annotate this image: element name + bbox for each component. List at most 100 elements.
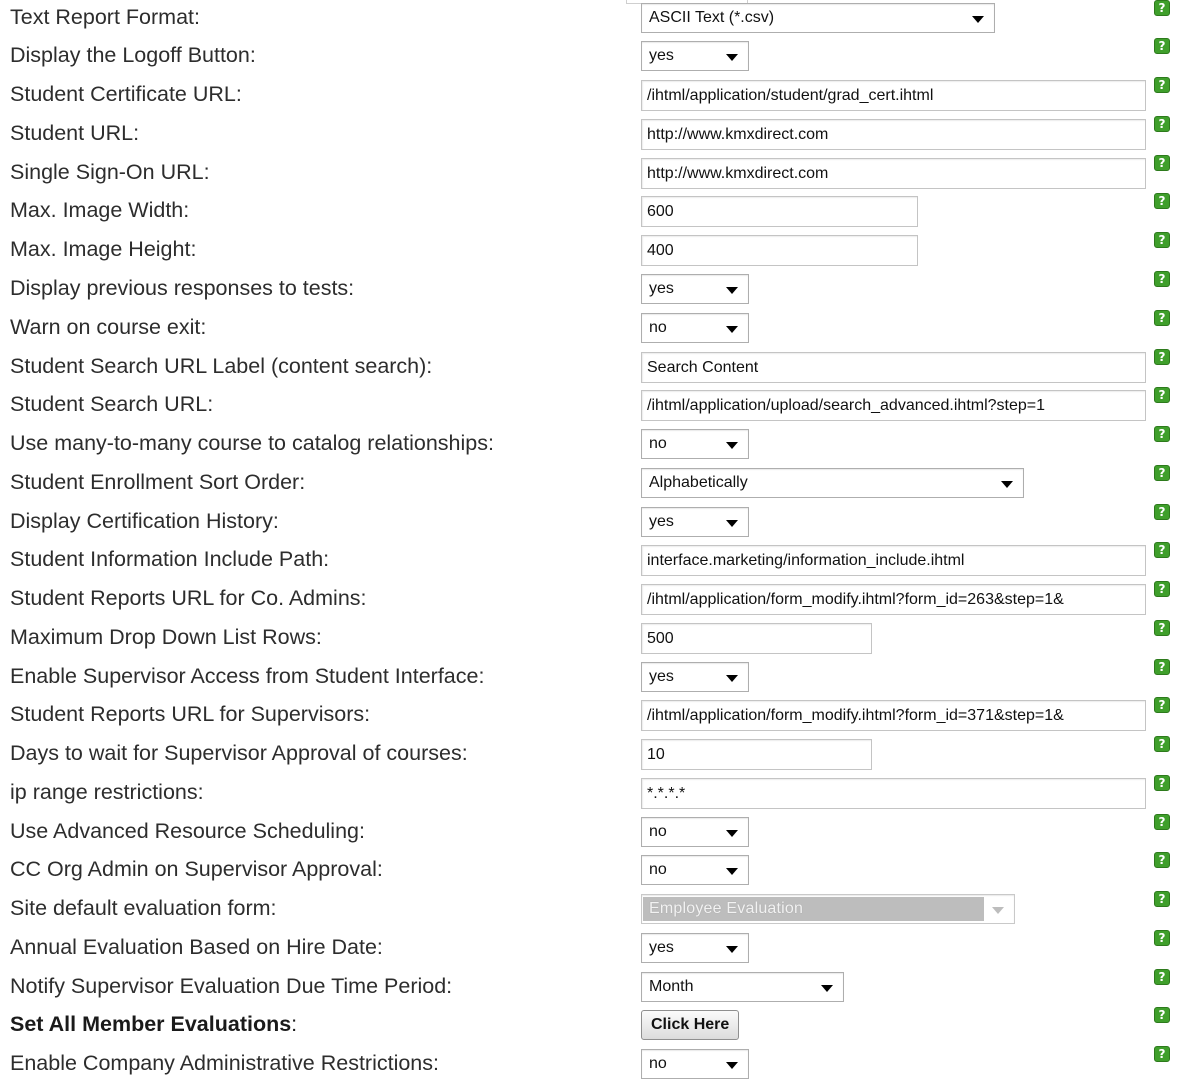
setting-label: Student URL: <box>10 120 139 146</box>
help-icon[interactable]: ? <box>1154 736 1170 752</box>
setting-row-student-information-include-path: Student Information Include Path: interfa… <box>0 539 1178 577</box>
help-icon[interactable]: ? <box>1154 0 1170 16</box>
help-icon[interactable]: ? <box>1154 852 1170 868</box>
use-many-to-many-course-to-catalog-relationships-select[interactable]: no <box>641 429 749 459</box>
enable-company-administrative-restrictions-select[interactable]: no <box>641 1049 749 1079</box>
setting-label-text: Student URL: <box>10 121 140 145</box>
dropdown-arrow-icon[interactable] <box>972 16 984 23</box>
dropdown-arrow-icon[interactable] <box>726 442 738 449</box>
setting-label: Student Search URL Label (content search… <box>10 353 432 379</box>
setting-label-text: Enable Company Administrative Restrictio… <box>10 1051 439 1075</box>
student-information-include-path-input[interactable]: interface.marketing/information_include.… <box>641 545 1146 576</box>
text-report-format-select[interactable]: ASCII Text (*.csv) <box>641 3 995 33</box>
student-reports-url-for-supervisors-input[interactable]: /ihtml/application/form_modify.ihtml?for… <box>641 700 1146 731</box>
ip-range-restrictions-input[interactable]: *.*.*.* <box>641 778 1146 809</box>
single-sign-on-url-input[interactable]: http://www.kmxdirect.com <box>641 158 1146 189</box>
student-url-input[interactable]: http://www.kmxdirect.com <box>641 119 1146 150</box>
setting-label: Max. Image Width: <box>10 197 189 223</box>
display-previous-responses-to-tests-select[interactable]: yes <box>641 274 749 304</box>
help-icon[interactable]: ? <box>1154 77 1170 93</box>
help-icon[interactable]: ? <box>1154 465 1170 481</box>
setting-row-set-all-member-evaluations: Set All Member Evaluations: Click Here? <box>0 1004 1178 1042</box>
setting-label-text: Display Certification History: <box>10 509 279 533</box>
help-icon[interactable]: ? <box>1154 659 1170 675</box>
dropdown-arrow-icon[interactable] <box>821 985 833 992</box>
help-icon[interactable]: ? <box>1154 620 1170 636</box>
site-default-evaluation-form-select: Employee Evaluation <box>641 894 1015 924</box>
enable-supervisor-access-from-student-interface-select[interactable]: yes <box>641 662 749 692</box>
setting-label: Student Reports URL for Supervisors: <box>10 701 370 727</box>
help-icon[interactable]: ? <box>1154 426 1170 442</box>
help-icon[interactable]: ? <box>1154 271 1170 287</box>
dropdown-arrow-icon <box>992 907 1004 914</box>
help-icon[interactable]: ? <box>1154 891 1170 907</box>
dropdown-arrow-icon[interactable] <box>726 287 738 294</box>
help-icon[interactable]: ? <box>1154 542 1170 558</box>
help-icon[interactable]: ? <box>1154 193 1170 209</box>
dropdown-arrow-icon[interactable] <box>726 868 738 875</box>
use-advanced-resource-scheduling-select[interactable]: no <box>641 817 749 847</box>
dropdown-arrow-icon[interactable] <box>726 830 738 837</box>
setting-label: Student Search URL: <box>10 391 213 417</box>
setting-label-text: ip range restrictions: <box>10 780 204 804</box>
setting-row-student-search-url: Student Search URL: /ihtml/application/up… <box>0 384 1178 422</box>
setting-label-text: Text Report Format: <box>10 5 200 29</box>
setting-label-text: Annual Evaluation Based on Hire Date: <box>10 935 383 959</box>
setting-label: Display previous responses to tests: <box>10 275 354 301</box>
setting-row-notify-supervisor-evaluation-due-time-period: Notify Supervisor Evaluation Due Time Pe… <box>0 966 1178 1004</box>
help-icon[interactable]: ? <box>1154 232 1170 248</box>
help-icon[interactable]: ? <box>1154 969 1170 985</box>
help-icon[interactable]: ? <box>1154 310 1170 326</box>
setting-label: Enable Company Administrative Restrictio… <box>10 1050 439 1076</box>
student-search-url-label-content-search-input[interactable]: Search Content <box>641 352 1146 383</box>
setting-row-site-default-evaluation-form: Site default evaluation form: Employee Ev… <box>0 888 1178 926</box>
help-icon[interactable]: ? <box>1154 1046 1170 1062</box>
help-icon[interactable]: ? <box>1154 387 1170 403</box>
help-icon[interactable]: ? <box>1154 504 1170 520</box>
dropdown-arrow-icon[interactable] <box>726 675 738 682</box>
help-icon[interactable]: ? <box>1154 155 1170 171</box>
notify-supervisor-evaluation-due-time-period-select[interactable]: Month <box>641 972 844 1002</box>
student-search-url-input[interactable]: /ihtml/application/upload/search_advance… <box>641 390 1146 421</box>
max-image-height-input[interactable]: 400 <box>641 235 918 266</box>
student-certificate-url-input[interactable]: /ihtml/application/student/grad_cert.iht… <box>641 80 1146 111</box>
help-icon[interactable]: ? <box>1154 581 1170 597</box>
setting-label: Set All Member Evaluations: <box>10 1011 297 1037</box>
help-icon[interactable]: ? <box>1154 775 1170 791</box>
setting-label: Text Report Format: <box>10 4 200 30</box>
annual-evaluation-based-on-hire-date-select[interactable]: yes <box>641 933 749 963</box>
set-all-member-evaluations-button[interactable]: Click Here <box>641 1010 740 1040</box>
help-icon[interactable]: ? <box>1154 38 1170 54</box>
setting-row-use-advanced-resource-scheduling: Use Advanced Resource Scheduling: no? <box>0 811 1178 849</box>
dropdown-arrow-icon[interactable] <box>726 54 738 61</box>
dropdown-arrow-icon[interactable] <box>726 946 738 953</box>
cc-org-admin-on-supervisor-approval-select[interactable]: no <box>641 855 749 885</box>
help-icon[interactable]: ? <box>1154 1007 1170 1023</box>
dropdown-arrow-icon[interactable] <box>726 1062 738 1069</box>
setting-label: Display the Logoff Button: <box>10 42 256 68</box>
dropdown-arrow-icon[interactable] <box>726 520 738 527</box>
help-icon[interactable]: ? <box>1154 116 1170 132</box>
dropdown-arrow-icon[interactable] <box>726 326 738 333</box>
select-value: yes <box>649 47 674 64</box>
dropdown-arrow-icon[interactable] <box>1001 481 1013 488</box>
setting-label-text: Student Information Include Path: <box>10 547 330 571</box>
display-the-logoff-button-select[interactable]: yes <box>641 41 749 71</box>
max-image-width-input[interactable]: 600 <box>641 196 918 227</box>
select-value: Alphabetically <box>649 474 748 491</box>
setting-label: Student Information Include Path: <box>10 546 329 572</box>
setting-row-maximum-drop-down-list-rows: Maximum Drop Down List Rows: 500? <box>0 617 1178 655</box>
student-reports-url-for-co-admins-input[interactable]: /ihtml/application/form_modify.ihtml?for… <box>641 584 1146 615</box>
help-icon[interactable]: ? <box>1154 697 1170 713</box>
student-enrollment-sort-order-select[interactable]: Alphabetically <box>641 468 1024 498</box>
setting-label-colon: : <box>291 1012 298 1036</box>
setting-label-text: Use Advanced Resource Scheduling: <box>10 819 365 843</box>
setting-label-text: Display previous responses to tests: <box>10 276 355 300</box>
display-certification-history-select[interactable]: yes <box>641 507 749 537</box>
help-icon[interactable]: ? <box>1154 930 1170 946</box>
help-icon[interactable]: ? <box>1154 349 1170 365</box>
warn-on-course-exit-select[interactable]: no <box>641 313 749 343</box>
help-icon[interactable]: ? <box>1154 814 1170 830</box>
days-to-wait-for-supervisor-approval-of-courses-input[interactable]: 10 <box>641 739 872 770</box>
maximum-drop-down-list-rows-input[interactable]: 500 <box>641 623 872 654</box>
